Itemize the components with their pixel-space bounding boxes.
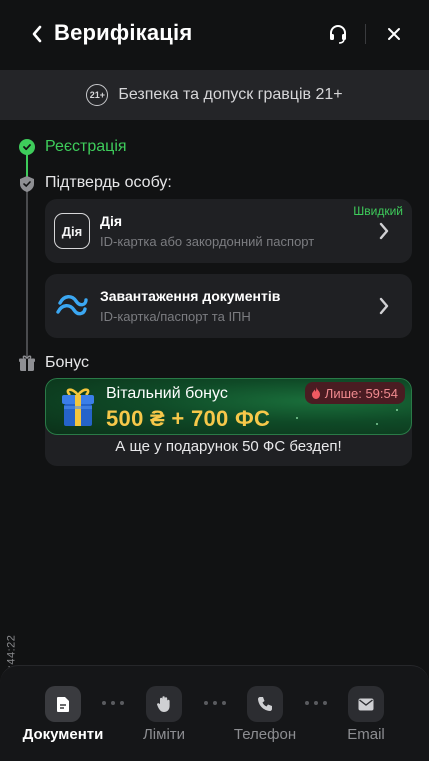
upload-documents-option-card[interactable]: Завантаження документів ID-картка/паспор… (45, 274, 412, 338)
option-subtitle: ID-картка/паспорт та ІПН (100, 309, 251, 324)
sparkle (376, 423, 378, 425)
nav-label: Телефон (233, 726, 297, 743)
fire-icon (311, 387, 320, 399)
document-icon (45, 686, 81, 722)
check-icon (19, 139, 35, 155)
bonus-title: Вітальний бонус (106, 385, 228, 402)
phone-icon (247, 686, 283, 722)
age-limit-icon: 21+ (86, 84, 109, 106)
nav-limits[interactable]: Ліміти (116, 686, 212, 748)
option-title: Дія (100, 213, 123, 229)
diia-option-card[interactable]: Дія Дія ID-картка або закордонний паспор… (45, 199, 412, 263)
hand-icon (146, 686, 182, 722)
header-divider (365, 24, 366, 44)
bonus-amount: 500 ₴ + 700 ФС (106, 406, 271, 431)
safety-banner: 21+ Безпека та допуск гравців 21+ (0, 70, 429, 120)
page-title: Верифікація (54, 20, 193, 45)
bottom-navigation: Документи Ліміти Телефон Email (0, 665, 429, 761)
nav-documents[interactable]: Документи (15, 686, 111, 748)
header: Верифікація (0, 0, 429, 70)
fast-badge: Швидкий (353, 204, 403, 218)
chevron-right-icon (379, 222, 389, 240)
nav-phone[interactable]: Телефон (217, 686, 313, 748)
shield-icon (19, 175, 35, 193)
welcome-bonus-card[interactable]: Вітальний бонус 500 ₴ + 700 ФС Лише: 59:… (45, 378, 412, 466)
bonus-extra-text: А ще у подарунок 50 ФС бездеп! (115, 438, 342, 455)
offer-timer: Лише: 59:54 (304, 382, 405, 404)
headset-icon (330, 25, 346, 44)
support-button[interactable] (325, 22, 351, 46)
step-confirm-identity: Підтвердь особу: (45, 174, 172, 191)
close-button[interactable] (382, 22, 406, 46)
nav-label: Документи (22, 726, 104, 743)
nav-email[interactable]: Email (318, 686, 414, 748)
step-registration: Реєстрація (45, 138, 127, 155)
close-icon (388, 28, 400, 40)
bonus-banner: Вітальний бонус 500 ₴ + 700 ФС Лише: 59:… (45, 378, 412, 435)
sparkle (396, 409, 398, 411)
option-title: Завантаження документів (100, 288, 281, 304)
step-bonus: Бонус (45, 354, 90, 371)
nav-label: Email (347, 726, 385, 743)
sparkle (296, 417, 298, 419)
diia-logo-icon: Дія (54, 213, 90, 249)
chevron-left-icon (32, 25, 42, 43)
gift-icon (18, 354, 36, 372)
timer-text: Лише: 59:54 (324, 385, 398, 401)
gift-box-icon (62, 388, 94, 426)
option-subtitle: ID-картка або закордонний паспорт (100, 234, 315, 249)
nav-label: Ліміти (142, 726, 186, 743)
mail-icon (348, 686, 384, 722)
safety-banner-text: Безпека та допуск гравців 21+ (118, 86, 343, 103)
upload-brand-icon (54, 288, 90, 324)
back-button[interactable] (26, 21, 48, 47)
chevron-right-icon (379, 297, 389, 315)
